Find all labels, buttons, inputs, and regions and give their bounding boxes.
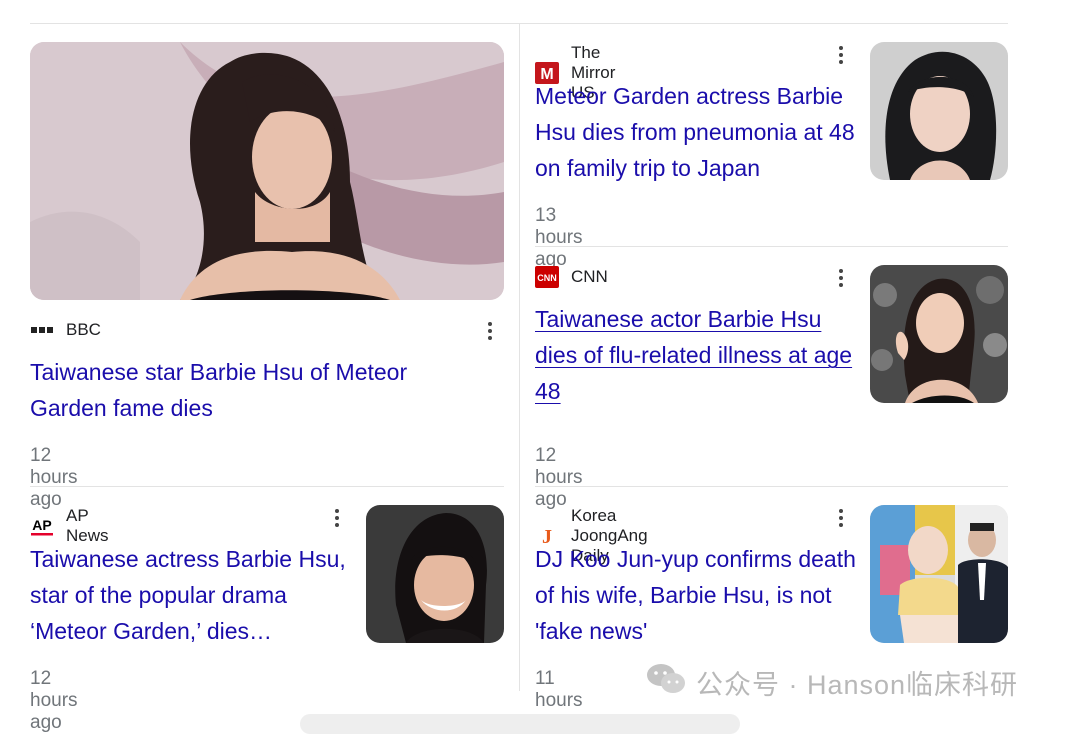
- source-name: AP News: [66, 506, 109, 545]
- article-thumbnail-mirror[interactable]: [870, 42, 1008, 180]
- portrait-image: [870, 505, 1008, 643]
- portrait-image: [366, 505, 504, 643]
- article-title[interactable]: DJ Koo Jun-yup confirms death of his wif…: [535, 541, 857, 649]
- article-time: 12 hours ago: [535, 445, 583, 510]
- cnn-logo: CNN: [535, 266, 559, 288]
- source-ap[interactable]: AP AP News: [30, 506, 109, 546]
- source-name: CNN: [571, 267, 608, 286]
- source-cnn[interactable]: CNN CNN: [535, 266, 608, 288]
- column-divider: [519, 23, 520, 691]
- source-name: BBC: [66, 320, 101, 339]
- wechat-watermark: 公众号 · Hanson临床科研: [646, 662, 1018, 703]
- watermark-text: 公众号 · Hanson临床科研: [696, 670, 1019, 700]
- row-divider-left: [30, 486, 504, 487]
- article-time: 12 hours ago: [30, 668, 78, 733]
- article-title[interactable]: Taiwanese actor Barbie Hsu dies of flu-r…: [535, 301, 857, 409]
- portrait-image: [870, 42, 1008, 180]
- more-options-icon[interactable]: [327, 505, 347, 531]
- article-thumbnail-cnn[interactable]: [870, 265, 1008, 403]
- article-title[interactable]: Taiwanese star Barbie Hsu of Meteor Gard…: [30, 354, 470, 426]
- wechat-icon: [646, 662, 686, 703]
- article-thumbnail-ap[interactable]: [366, 505, 504, 643]
- article-time: 13 hours ago: [535, 205, 583, 270]
- portrait-image: [870, 265, 1008, 403]
- article-title[interactable]: Meteor Garden actress Barbie Hsu dies fr…: [535, 78, 857, 186]
- cnn-logo-text: CNN: [537, 273, 557, 283]
- more-options-icon[interactable]: [831, 505, 851, 531]
- ap-logo-text: AP: [32, 517, 51, 533]
- row-divider-right-1: [535, 246, 1008, 247]
- article-thumbnail-joongang[interactable]: [870, 505, 1008, 643]
- row-divider-right-2: [535, 486, 1008, 487]
- more-options-icon[interactable]: [831, 42, 851, 68]
- more-options-icon[interactable]: [831, 265, 851, 291]
- article-title[interactable]: Taiwanese actress Barbie Hsu, star of th…: [30, 541, 352, 649]
- portrait-image: [30, 42, 504, 300]
- source-bbc[interactable]: BBC: [30, 319, 101, 341]
- article-thumbnail-bbc[interactable]: [30, 42, 504, 300]
- bbc-logo: [30, 319, 54, 341]
- more-options-icon[interactable]: [480, 318, 500, 344]
- bottom-more-button[interactable]: [300, 714, 740, 734]
- article-time: 12 hours ago: [30, 445, 78, 510]
- ap-logo: AP: [30, 515, 54, 537]
